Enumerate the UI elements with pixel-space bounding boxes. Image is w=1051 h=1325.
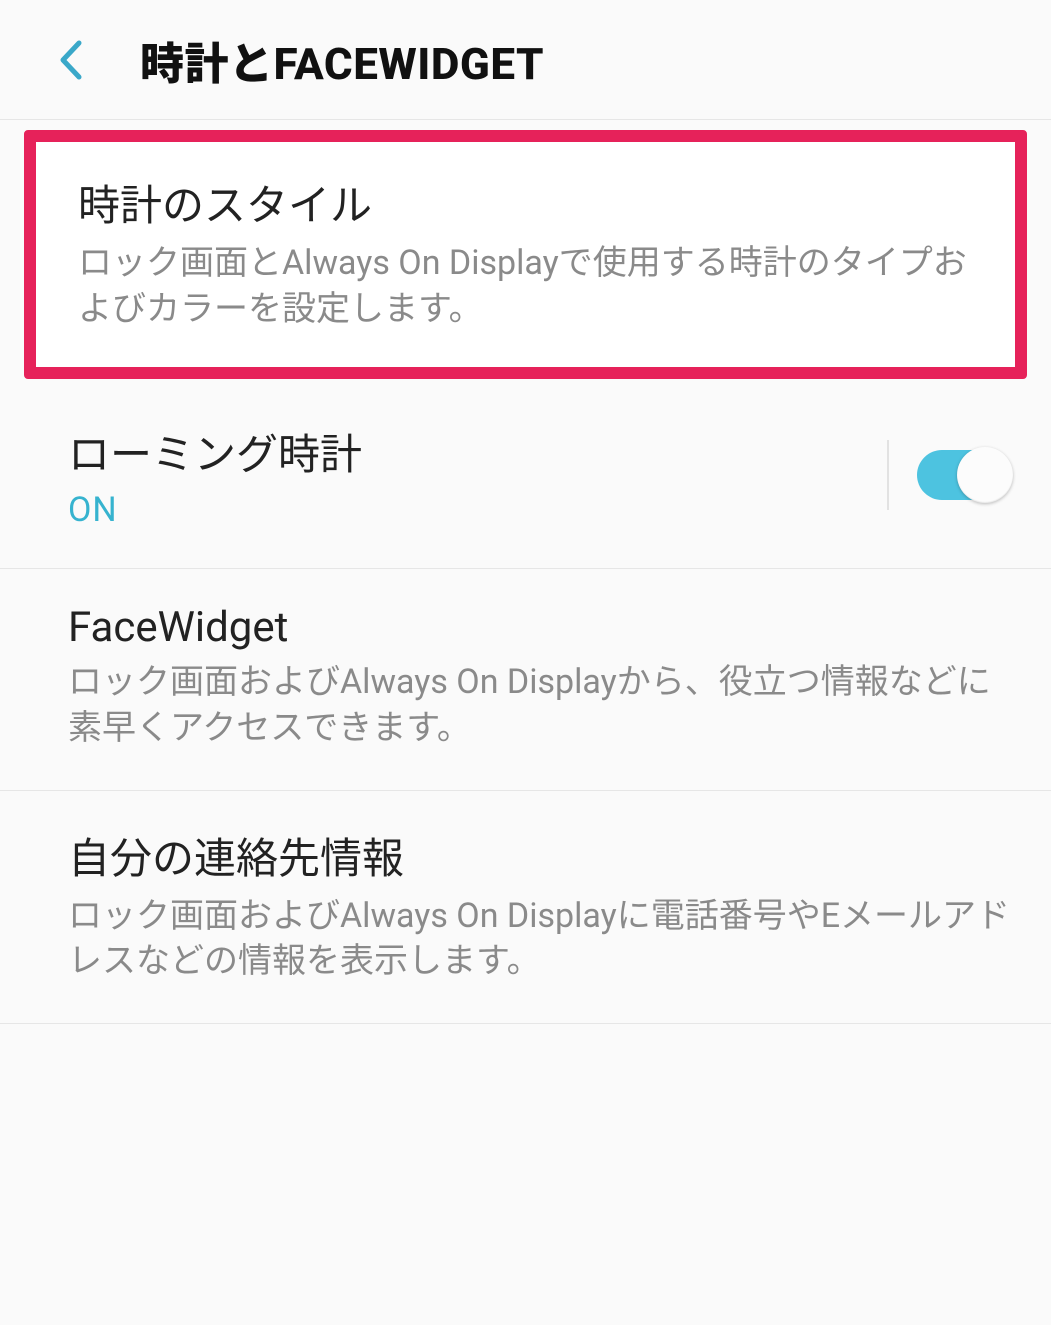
item-title: 自分の連絡先情報 [68,825,1011,886]
item-description: ロック画面およびAlways On Displayから、役立つ情報などに素早くア… [68,660,1011,752]
spacer [0,379,1051,387]
list-item-main: FaceWidget ロック画面およびAlways On Displayから、役… [68,603,1011,752]
item-description: ロック画面およびAlways On Displayに電話番号やEメールアドレスな… [68,894,1011,986]
list-item-main: 自分の連絡先情報 ロック画面およびAlways On Displayに電話番号や… [68,825,1011,986]
roaming-clock-toggle[interactable] [917,450,1011,500]
list-item-clock-style[interactable]: 時計のスタイル ロック画面とAlways On Displayで使用する時計のタ… [24,130,1027,379]
back-icon[interactable] [50,40,90,80]
item-title: FaceWidget [68,603,1011,652]
header-bar: 時計とFACEWIDGET [0,0,1051,120]
item-title: ローミング時計 [68,421,867,482]
settings-list: 時計のスタイル ロック画面とAlways On Displayで使用する時計のタ… [0,130,1051,1024]
list-item-facewidget[interactable]: FaceWidget ロック画面およびAlways On Displayから、役… [0,569,1051,791]
page-title: 時計とFACEWIDGET [140,28,544,92]
toggle-knob [957,447,1013,503]
list-item-roaming-clock[interactable]: ローミング時計 ON [0,387,1051,569]
item-title: 時計のスタイル [78,172,985,233]
list-item-contact-info[interactable]: 自分の連絡先情報 ロック画面およびAlways On Displayに電話番号や… [0,791,1051,1025]
item-status: ON [68,490,867,530]
item-description: ロック画面とAlways On Displayで使用する時計のタイプおよびカラー… [78,241,985,333]
toggle-wrap [887,440,1011,510]
list-item-main: ローミング時計 ON [68,421,867,530]
list-item-main: 時計のスタイル ロック画面とAlways On Displayで使用する時計のタ… [78,172,985,333]
